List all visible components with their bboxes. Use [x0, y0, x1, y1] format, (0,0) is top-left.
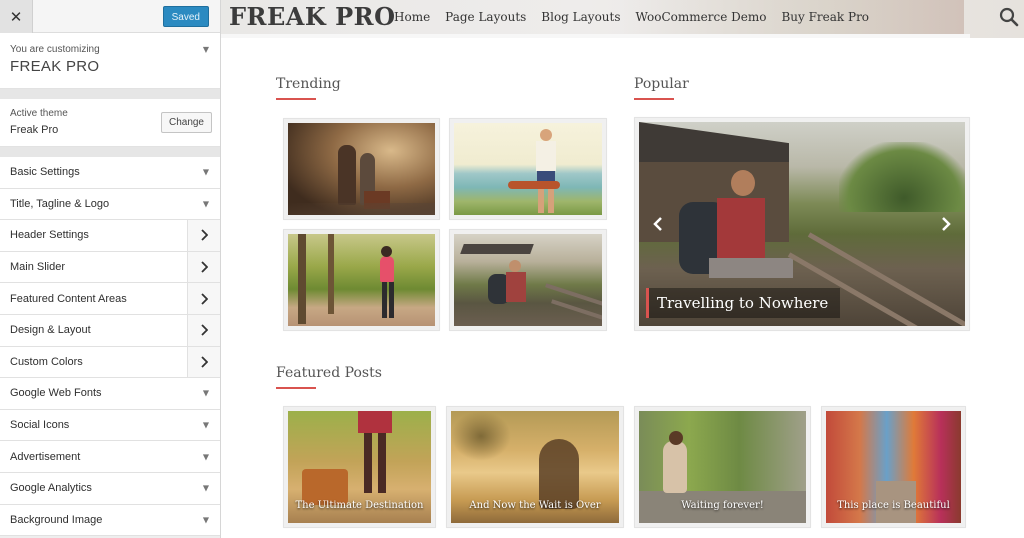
featured-image-1: The Ultimate Destination	[288, 411, 431, 523]
site-logo[interactable]: FREAK PRO	[229, 0, 396, 34]
trending-thumb-2[interactable]	[449, 118, 607, 220]
featured-caption-2[interactable]: And Now the Wait is Over	[451, 500, 619, 511]
featured-post-4[interactable]: This place is Beautiful	[821, 406, 966, 528]
trending-title: Trending	[276, 76, 341, 92]
trending-thumb-3[interactable]	[283, 229, 440, 331]
section-label: Background Image	[10, 513, 103, 526]
section-label: Advertisement	[10, 450, 81, 463]
featured-image-3: Waiting forever!	[639, 411, 806, 523]
site-preview: FREAK PRO Home Page Layouts Blog Layouts…	[221, 0, 1024, 538]
customizer-section-background-image[interactable]: Background Image ▼	[0, 504, 220, 537]
featured-post-1[interactable]: The Ultimate Destination	[283, 406, 436, 528]
popular-title: Popular	[634, 76, 689, 92]
section-label: Header Settings	[10, 229, 89, 242]
customizing-label: You are customizing	[10, 44, 100, 55]
trending-image-4	[454, 234, 602, 326]
caret-down-icon: ▼	[202, 452, 209, 462]
chevron-right-icon[interactable]	[187, 220, 220, 251]
section-label: Featured Content Areas	[10, 292, 127, 305]
chevron-right-icon[interactable]	[187, 283, 220, 314]
section-label: Basic Settings	[10, 166, 80, 179]
customizer-section-advertisement[interactable]: Advertisement ▼	[0, 441, 220, 473]
section-label: Custom Colors	[10, 355, 83, 368]
customizing-info[interactable]: You are customizing FREAK PRO ▼	[0, 33, 220, 89]
chevron-right-icon[interactable]	[187, 346, 220, 378]
saved-button[interactable]: Saved	[162, 6, 209, 27]
featured-post-2[interactable]: And Now the Wait is Over	[446, 406, 624, 528]
nav-blog-layouts[interactable]: Blog Layouts	[541, 10, 620, 24]
section-label: Main Slider	[10, 261, 66, 274]
customizer-section-design-layout[interactable]: Design & Layout	[0, 314, 220, 347]
slider-prev-icon[interactable]	[645, 211, 671, 237]
customizer-section-header-settings[interactable]: Header Settings	[0, 220, 220, 252]
caret-down-icon: ▼	[202, 515, 209, 525]
active-theme-panel: Active theme Freak Pro Change	[0, 99, 220, 147]
customizer-section-google-analytics[interactable]: Google Analytics ▼	[0, 472, 220, 505]
site-header: FREAK PRO Home Page Layouts Blog Layouts…	[221, 0, 1024, 38]
trending-image-1	[288, 123, 435, 215]
nav-home[interactable]: Home	[394, 10, 430, 24]
trending-image-2	[454, 123, 602, 215]
slider-caption[interactable]: Travelling to Nowhere	[646, 288, 841, 318]
chevron-right-icon[interactable]	[187, 314, 220, 346]
slider-image: Travelling to Nowhere	[639, 122, 965, 326]
customizer-section-social-icons[interactable]: Social Icons ▼	[0, 409, 220, 442]
trending-heading: Trending	[276, 76, 341, 100]
nav-page-layouts[interactable]: Page Layouts	[445, 10, 526, 24]
featured-caption-4[interactable]: This place is Beautiful	[826, 500, 961, 511]
nav-buy-freak-pro[interactable]: Buy Freak Pro	[781, 10, 869, 24]
caret-down-icon: ▼	[202, 45, 209, 54]
featured-image-4: This place is Beautiful	[826, 411, 961, 523]
divider	[0, 89, 220, 99]
search-icon[interactable]	[999, 7, 1019, 27]
customizer-header: ✕ Saved	[0, 0, 220, 33]
featured-caption-3[interactable]: Waiting forever!	[639, 500, 806, 511]
change-theme-button[interactable]: Change	[160, 112, 212, 133]
customizer-section-main-slider[interactable]: Main Slider	[0, 251, 220, 284]
caret-down-icon: ▼	[202, 199, 209, 209]
popular-slider[interactable]: Travelling to Nowhere	[634, 117, 970, 331]
site-name: FREAK PRO	[10, 58, 100, 75]
featured-caption-1[interactable]: The Ultimate Destination	[288, 500, 431, 511]
customizer-section-featured-content-areas[interactable]: Featured Content Areas	[0, 283, 220, 315]
caret-down-icon: ▼	[202, 483, 209, 493]
nav-woocommerce-demo[interactable]: WooCommerce Demo	[636, 10, 767, 24]
customizer-section-custom-colors[interactable]: Custom Colors	[0, 346, 220, 379]
divider	[0, 147, 220, 157]
section-label: Social Icons	[10, 419, 70, 432]
trending-image-3	[288, 234, 435, 326]
popular-heading: Popular	[634, 76, 689, 100]
caret-down-icon: ▼	[202, 420, 209, 430]
featured-heading: Featured Posts	[276, 365, 382, 389]
section-label: Google Analytics	[10, 482, 92, 495]
section-label: Design & Layout	[10, 324, 91, 337]
heading-underline	[276, 98, 316, 100]
heading-underline	[634, 98, 674, 100]
customizer-section-title-tagline-logo[interactable]: Title, Tagline & Logo ▼	[0, 188, 220, 221]
header-stripe	[221, 34, 970, 38]
customizer-sections: Basic Settings ▼ Title, Tagline & Logo ▼ Hea…	[0, 157, 220, 537]
chevron-right-icon[interactable]	[187, 251, 220, 283]
featured-post-3[interactable]: Waiting forever!	[634, 406, 811, 528]
section-label: Title, Tagline & Logo	[10, 197, 110, 210]
featured-image-2: And Now the Wait is Over	[451, 411, 619, 523]
section-label: Google Web Fonts	[10, 387, 102, 400]
trending-thumb-1[interactable]	[283, 118, 440, 220]
caret-down-icon: ▼	[202, 167, 209, 177]
main-nav: Home Page Layouts Blog Layouts WooCommer…	[394, 0, 884, 34]
customizer-section-basic-settings[interactable]: Basic Settings ▼	[0, 157, 220, 189]
featured-title: Featured Posts	[276, 365, 382, 381]
close-icon[interactable]: ✕	[0, 0, 33, 33]
trending-thumb-4[interactable]	[449, 229, 607, 331]
slider-next-icon[interactable]	[933, 211, 959, 237]
heading-underline	[276, 387, 316, 389]
caret-down-icon: ▼	[202, 388, 209, 398]
customizer-sidebar: ✕ Saved You are customizing FREAK PRO ▼ …	[0, 0, 221, 538]
customizer-section-google-web-fonts[interactable]: Google Web Fonts ▼	[0, 378, 220, 410]
